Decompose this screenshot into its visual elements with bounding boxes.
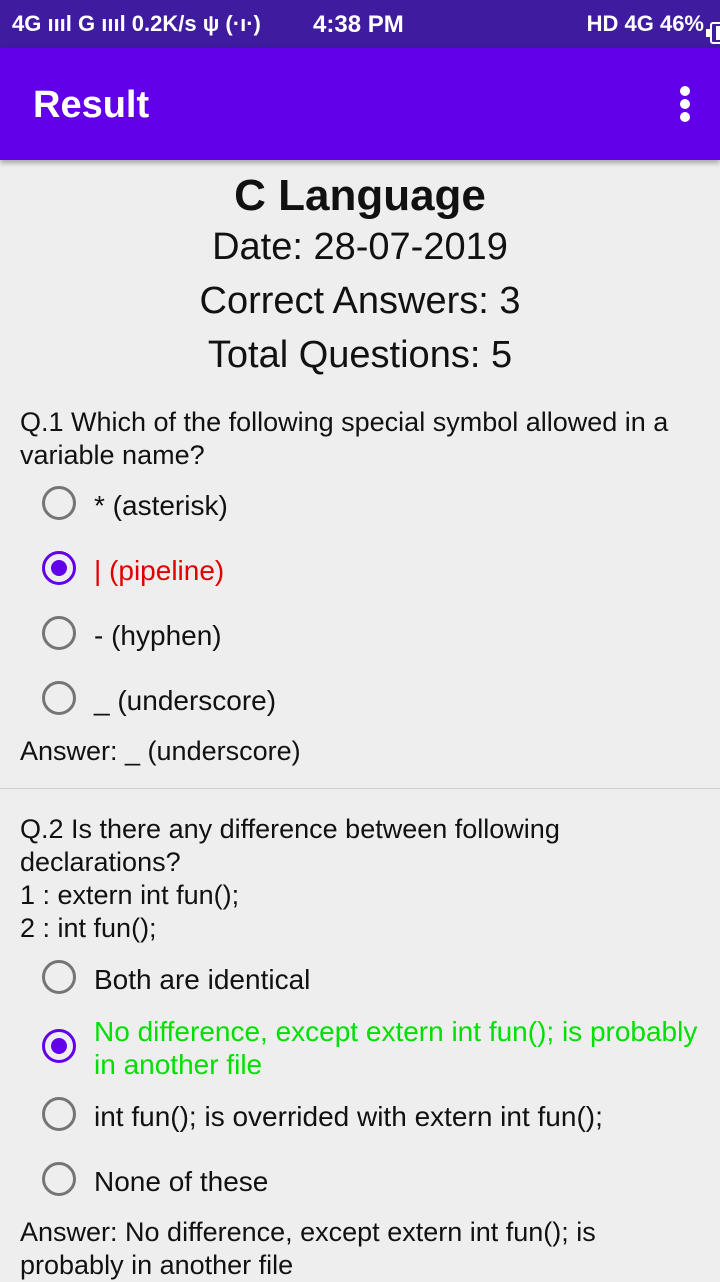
result-date: Date: 28-07-2019 bbox=[212, 226, 508, 268]
status-left: 4G ıııl G ıııl 0.2K/s ψ (·ı·) bbox=[12, 11, 261, 36]
option-label: None of these bbox=[94, 1166, 269, 1197]
divider bbox=[0, 788, 720, 789]
radio-button[interactable] bbox=[42, 1097, 76, 1131]
radio-button[interactable] bbox=[42, 960, 76, 994]
option-label: _ (underscore) bbox=[94, 685, 277, 716]
correct-answers: Correct Answers: 3 bbox=[199, 280, 521, 322]
option[interactable]: _ (underscore) bbox=[42, 681, 720, 717]
status-right-text: HD 4G 46% bbox=[586, 11, 704, 36]
option[interactable]: * (asterisk) bbox=[42, 486, 720, 522]
subject-title: C Language bbox=[234, 171, 486, 220]
app-bar: Result bbox=[0, 48, 720, 160]
option-label: * (asterisk) bbox=[94, 490, 228, 521]
option[interactable]: - (hyphen) bbox=[42, 616, 720, 652]
question-line: Q.2 Is there any difference between foll… bbox=[20, 814, 560, 877]
radio-button-selected[interactable] bbox=[42, 551, 76, 585]
status-time: 4:38 PM bbox=[313, 11, 404, 38]
question-text: Q.2 Is there any difference between foll… bbox=[20, 813, 700, 945]
radio-button[interactable] bbox=[42, 681, 76, 715]
option-label: Both are identical bbox=[94, 964, 311, 995]
question-line: 2 : int fun(); bbox=[20, 913, 157, 943]
question-line: 1 : extern int fun(); bbox=[20, 880, 240, 910]
overflow-menu-icon[interactable] bbox=[678, 86, 692, 122]
answer-text: Answer: No difference, except extern int… bbox=[20, 1217, 596, 1280]
option-label-wrong: | (pipeline) bbox=[94, 555, 225, 586]
option-label-correct: No difference, except extern int fun(); … bbox=[94, 1016, 698, 1080]
radio-button[interactable] bbox=[42, 616, 76, 650]
option[interactable]: int fun(); is overrided with extern int … bbox=[42, 1097, 720, 1133]
status-right: HD 4G 46% bbox=[586, 11, 720, 44]
option[interactable]: | (pipeline) bbox=[42, 551, 720, 587]
page-title: Result bbox=[33, 84, 150, 126]
answer-text: Answer: _ (underscore) bbox=[20, 736, 301, 766]
question-text: Q.1 Which of the following special symbo… bbox=[20, 407, 669, 470]
radio-button[interactable] bbox=[42, 1162, 76, 1196]
radio-button[interactable] bbox=[42, 486, 76, 520]
result-content: C Language Date: 28-07-2019 Correct Answ… bbox=[0, 160, 720, 1282]
option[interactable]: None of these bbox=[42, 1162, 720, 1198]
status-bar: 4G ıııl G ıııl 0.2K/s ψ (·ı·) 4:38 PM HD… bbox=[0, 0, 720, 48]
option[interactable]: No difference, except extern int fun(); … bbox=[42, 1014, 702, 1081]
option-label: int fun(); is overrided with extern int … bbox=[94, 1101, 603, 1132]
total-questions: Total Questions: 5 bbox=[207, 334, 513, 376]
option-label: - (hyphen) bbox=[94, 620, 222, 651]
radio-button-selected[interactable] bbox=[42, 1029, 76, 1063]
battery-icon bbox=[706, 22, 720, 44]
option[interactable]: Both are identical bbox=[42, 960, 720, 996]
